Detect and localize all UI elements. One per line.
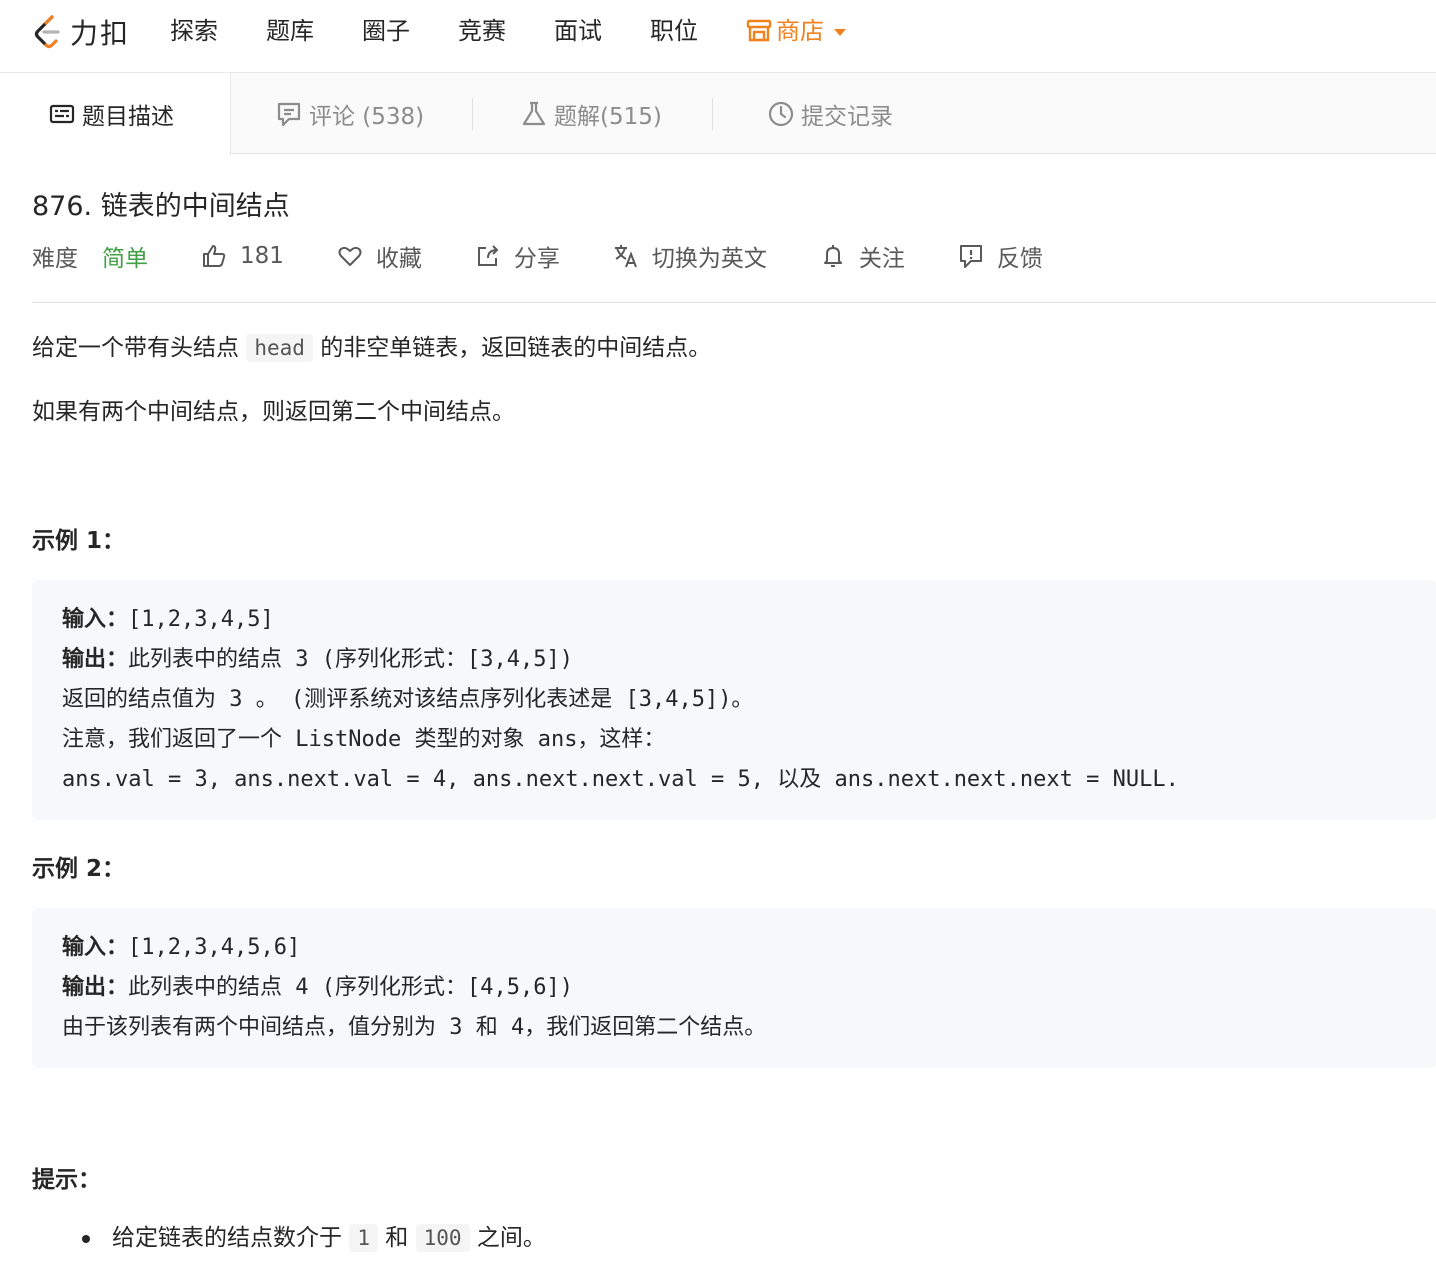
feedback-label: 反馈 [996,246,1043,272]
example-1-output: 此列表中的结点 3 (序列化形式：[3,4,5]) [128,647,573,672]
nav-item-interview[interactable]: 面试 [554,14,602,48]
description-paragraph-2: 如果有两个中间结点，则返回第二个中间结点。 [32,399,515,425]
tab-comments-label: 评论 (538) [309,103,425,130]
meta-divider [32,302,1436,303]
logo-text: 力扣 [70,17,131,50]
follow-button[interactable]: 关注 [819,239,905,273]
example-2-block: 输入：[1,2,3,4,5,6] 输出：此列表中的结点 4 (序列化形式：[4,… [32,908,1436,1068]
feedback-button[interactable]: 反馈 [957,239,1043,273]
description-icon [49,104,75,124]
bell-icon [823,245,842,267]
follow-label: 关注 [858,246,905,272]
example-1-title: 示例 1： [32,528,126,554]
nav-item-problems[interactable]: 题库 [266,14,314,48]
tab-submissions[interactable]: 提交记录 [767,73,893,154]
example-1-line: 返回的结点值为 3 。 (测评系统对该结点序列化表述是 [3,4,5])。 [62,687,754,712]
tab-description-label: 题目描述 [82,104,174,130]
list-bullet [82,1235,90,1243]
example-2-line: 由于该列表有两个中间结点，值分别为 3 和 4，我们返回第二个结点。 [62,1015,767,1040]
switch-language-label: 切换为英文 [651,246,767,272]
tab-submissions-label: 提交记录 [801,103,893,130]
nav-item-explore[interactable]: 探索 [170,14,218,48]
flask-icon [522,101,546,125]
tab-separator [712,98,713,130]
problem-title: 876. 链表的中间结点 [32,191,290,222]
example-2-input: [1,2,3,4,5,6] [128,935,301,960]
description-text: 的非空单链表，返回链表的中间结点。 [312,335,712,361]
favorite-label: 收藏 [375,246,422,272]
tab-description[interactable]: 题目描述 [0,73,231,155]
nav-item-store[interactable]: 商店 [746,14,846,48]
feedback-icon [959,245,982,268]
example-1-block: 输入：[1,2,3,4,5] 输出：此列表中的结点 3 (序列化形式：[3,4,… [32,580,1436,820]
clock-icon [768,101,794,126]
like-button[interactable]: 181 [200,242,284,270]
inline-code-head: head [246,334,313,362]
example-1-line: 注意，我们返回了一个 ListNode 类型的对象 ans，这样： [62,727,666,752]
hints-list: 给定链表的结点数介于 1 和 100 之间。 [82,1216,546,1260]
inline-code-min: 1 [349,1224,378,1252]
chevron-down-icon [834,28,846,36]
example-1-line: ans.val = 3, ans.next.val = 4, ans.next.… [62,767,1179,792]
tab-solutions[interactable]: 题解(515) [520,73,662,154]
share-button[interactable]: 分享 [474,239,560,273]
like-count: 181 [240,243,284,269]
tab-solutions-label: 题解(515) [554,103,662,130]
example-2-input-label: 输入： [62,935,129,960]
heart-icon [338,246,362,266]
share-label: 分享 [513,246,560,272]
top-nav: 力扣 探索 题库 圈子 竞赛 面试 职位 商店 [0,0,1436,73]
store-icon [746,19,772,42]
problem-tabs: 题目描述 评论 (538) 题解(515) 提交记录 [0,73,1436,155]
inline-code-max: 100 [415,1224,470,1252]
tab-separator [472,98,473,130]
difficulty-label: 难度 [32,246,78,272]
logo[interactable]: 力扣 [30,12,130,52]
example-2-title: 示例 2： [32,856,126,882]
nav-item-jobs[interactable]: 职位 [650,14,698,48]
example-2-output: 此列表中的结点 4 (序列化形式：[4,5,6]) [128,975,573,1000]
example-2-output-label: 输出： [62,975,129,1000]
example-1-input-label: 输入： [62,607,129,632]
list-item: 给定链表的结点数介于 1 和 100 之间。 [112,1216,546,1260]
problem-meta: 难度 简单 181 收藏 分享 切换为英文 关注 反馈 [32,238,1095,274]
translate-icon [614,245,637,268]
hint-text: 给定链表的结点数介于 [112,1225,350,1251]
example-1-output-label: 输出： [62,647,129,672]
description-paragraph-1: 给定一个带有头结点 head 的非空单链表，返回链表的中间结点。 [32,326,711,370]
comment-icon [277,102,301,126]
hints-title: 提示： [32,1167,101,1193]
favorite-button[interactable]: 收藏 [336,239,422,273]
thumbs-up-icon [203,245,226,267]
nav-item-circle[interactable]: 圈子 [362,14,410,48]
hint-text: 和 [377,1225,416,1251]
example-1-input: [1,2,3,4,5] [128,607,274,632]
store-label: 商店 [776,17,824,45]
switch-language-button[interactable]: 切换为英文 [612,239,767,273]
hint-text: 之间。 [469,1225,546,1251]
tab-comments[interactable]: 评论 (538) [275,73,424,154]
description-text: 给定一个带有头结点 [32,335,247,361]
difficulty-badge: 简单 [102,246,148,272]
share-icon [477,245,498,266]
nav-items: 探索 题库 圈子 竞赛 面试 职位 商店 [170,14,846,48]
nav-item-contest[interactable]: 竞赛 [458,14,506,48]
leetcode-logo-icon [34,15,60,49]
